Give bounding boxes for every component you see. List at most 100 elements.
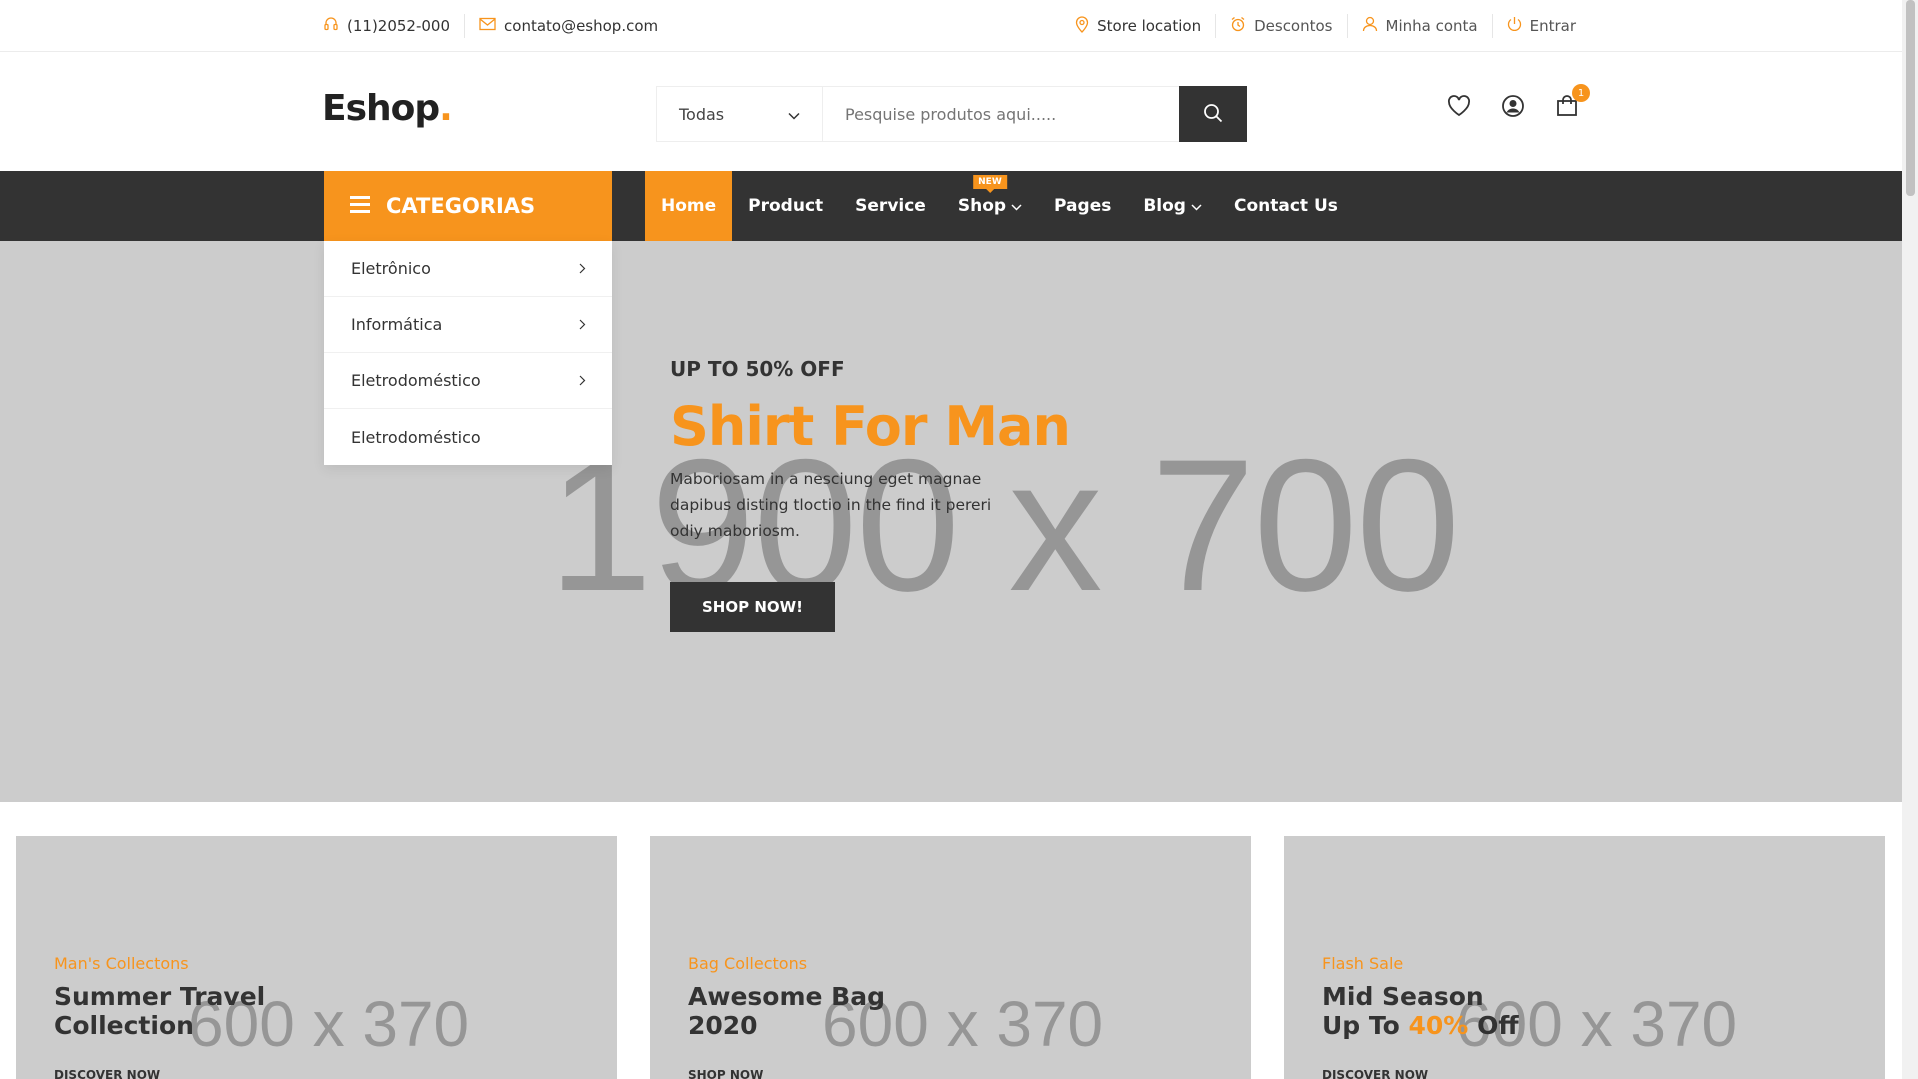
- top-bar: (11)2052-000 contato@eshop.com Store loc…: [0, 0, 1902, 52]
- page-scrollbar[interactable]: [1902, 0, 1918, 1079]
- mail-icon: [479, 17, 504, 35]
- search-category-select[interactable]: Todas: [657, 87, 823, 141]
- promo-title-line: 2020: [688, 1011, 758, 1040]
- search-input[interactable]: [823, 87, 1179, 141]
- main-header: Eshop. Todas Pesquise produtos aqui.....…: [0, 53, 1902, 171]
- email-address: contato@eshop.com: [504, 17, 659, 35]
- promo-banner[interactable]: 600 x 370 Bag Collectons Awesome Bag 202…: [650, 836, 1251, 1079]
- phone-contact[interactable]: (11)2052-000: [323, 14, 466, 38]
- cart-count-badge: 1: [1572, 84, 1590, 102]
- promo-title: Summer Travel Collection: [54, 982, 334, 1040]
- headset-icon: [323, 16, 347, 36]
- promo-link[interactable]: DISCOVER NOW: [1322, 1068, 1428, 1079]
- main-menu: Home Product Service NEW Shop Pages Blog…: [645, 171, 1354, 241]
- nav-label: Product: [748, 196, 824, 216]
- nav-label: Home: [661, 196, 717, 216]
- logo-dot: .: [439, 88, 453, 129]
- chevron-down-icon: [1191, 196, 1202, 216]
- promo-title: Awesome Bag 2020: [688, 982, 968, 1040]
- user-account-button[interactable]: [1498, 93, 1528, 123]
- store-location-label: Store location: [1097, 17, 1202, 35]
- logo-text: Eshop: [322, 88, 440, 129]
- promo-banner[interactable]: 600 x 370 Man's Collectons Summer Travel…: [16, 836, 617, 1079]
- nav-label: Shop: [957, 196, 1007, 216]
- main-navbar: CATEGORIAS Home Product Service NEW Shop…: [0, 171, 1902, 241]
- top-bar-contact: (11)2052-000 contato@eshop.com: [323, 0, 658, 52]
- chevron-right-icon: [579, 371, 586, 390]
- nav-label: Service: [855, 196, 926, 216]
- category-label: Eletrônico: [351, 259, 431, 278]
- alarm-clock-icon: [1230, 16, 1254, 36]
- cart-button[interactable]: 1: [1552, 84, 1590, 123]
- nav-item-service[interactable]: Service: [839, 171, 942, 241]
- promo-subtitle: Flash Sale: [1322, 954, 1404, 973]
- nav-label: Pages: [1054, 196, 1112, 216]
- nav-item-product[interactable]: Product: [732, 171, 839, 241]
- category-item[interactable]: Eletrodoméstico: [324, 353, 612, 409]
- chevron-down-icon: [1011, 196, 1022, 216]
- promo-title-line: Awesome Bag: [688, 982, 885, 1011]
- chevron-right-icon: [579, 315, 586, 334]
- chevron-right-icon: [579, 259, 586, 278]
- category-menu: Eletrônico Informática Eletrodoméstico E…: [324, 241, 612, 465]
- nav-item-shop[interactable]: NEW Shop: [942, 171, 1038, 241]
- promo-link[interactable]: DISCOVER NOW: [54, 1068, 160, 1079]
- hero-description: Maboriosam in a nesciung eget magnae dap…: [670, 470, 992, 540]
- account-circle-icon: [1501, 94, 1525, 122]
- promo-title-pre: Up To: [1322, 1011, 1409, 1040]
- search-bar: Todas: [656, 86, 1247, 142]
- promo-title-line: Mid Season: [1322, 982, 1484, 1011]
- discounts-link[interactable]: Descontos: [1216, 14, 1348, 38]
- category-item[interactable]: Informática: [324, 297, 612, 353]
- hero-title: Shirt For Man: [670, 395, 1071, 458]
- categories-label: CATEGORIAS: [386, 194, 536, 218]
- top-bar-links: Store location Descontos Minha conta Ent…: [1061, 0, 1576, 52]
- hero-kicker: UP TO 50% OFF: [670, 357, 845, 381]
- wishlist-button[interactable]: [1444, 93, 1474, 123]
- search-icon: [1203, 103, 1223, 126]
- hero-content: UP TO 50% OFF Shirt For Man Maboriosam i…: [670, 357, 1090, 632]
- nav-item-contact[interactable]: Contact Us: [1218, 171, 1354, 241]
- new-badge: NEW: [973, 175, 1007, 193]
- login-link[interactable]: Entrar: [1493, 14, 1576, 38]
- promo-subtitle: Bag Collectons: [688, 954, 808, 973]
- email-contact[interactable]: contato@eshop.com: [465, 14, 658, 38]
- promo-title: Mid Season Up To 40% Off: [1322, 982, 1602, 1040]
- category-item[interactable]: Eletrônico: [324, 241, 612, 297]
- login-label: Entrar: [1529, 17, 1576, 35]
- search-button[interactable]: [1179, 86, 1247, 142]
- category-label: Eletrodoméstico: [351, 427, 481, 447]
- scrollbar-thumb[interactable]: [1906, 0, 1915, 196]
- promo-title-line: Collection: [54, 1011, 194, 1040]
- promo-title-line: Summer Travel: [54, 982, 266, 1011]
- nav-item-pages[interactable]: Pages: [1038, 171, 1127, 241]
- header-actions: 1: [1444, 84, 1590, 123]
- phone-number: (11)2052-000: [347, 17, 451, 35]
- categories-toggle[interactable]: CATEGORIAS: [324, 171, 612, 241]
- nav-item-home[interactable]: Home: [645, 171, 733, 241]
- power-icon: [1507, 16, 1530, 36]
- search-category-value: Todas: [679, 104, 725, 124]
- promo-banner[interactable]: 600 x 370 Flash Sale Mid Season Up To 40…: [1284, 836, 1885, 1079]
- shop-now-button[interactable]: SHOP NOW!: [670, 582, 836, 632]
- location-pin-icon: [1075, 15, 1097, 37]
- store-location-link[interactable]: Store location: [1061, 14, 1217, 38]
- nav-label: Blog: [1143, 196, 1186, 216]
- category-label: Eletrodoméstico: [351, 371, 481, 390]
- nav-label: Contact Us: [1233, 196, 1338, 216]
- promo-title-post: Off: [1468, 1011, 1519, 1040]
- category-item[interactable]: Eletrodoméstico: [324, 409, 612, 465]
- account-link[interactable]: Minha conta: [1348, 14, 1493, 38]
- hero-banner: 1900 x 700 UP TO 50% OFF Shirt For Man M…: [0, 241, 1902, 802]
- promo-title-highlight: 40%: [1408, 1011, 1469, 1040]
- user-icon: [1362, 16, 1386, 36]
- account-label: Minha conta: [1385, 17, 1478, 35]
- promo-subtitle: Man's Collectons: [54, 954, 189, 973]
- heart-icon: [1447, 95, 1471, 121]
- nav-item-blog[interactable]: Blog: [1127, 171, 1218, 241]
- discounts-label: Descontos: [1254, 17, 1333, 35]
- menu-icon: [350, 194, 386, 218]
- site-logo[interactable]: Eshop.: [322, 88, 453, 129]
- chevron-down-icon: [788, 105, 800, 124]
- promo-link[interactable]: SHOP NOW: [688, 1068, 763, 1079]
